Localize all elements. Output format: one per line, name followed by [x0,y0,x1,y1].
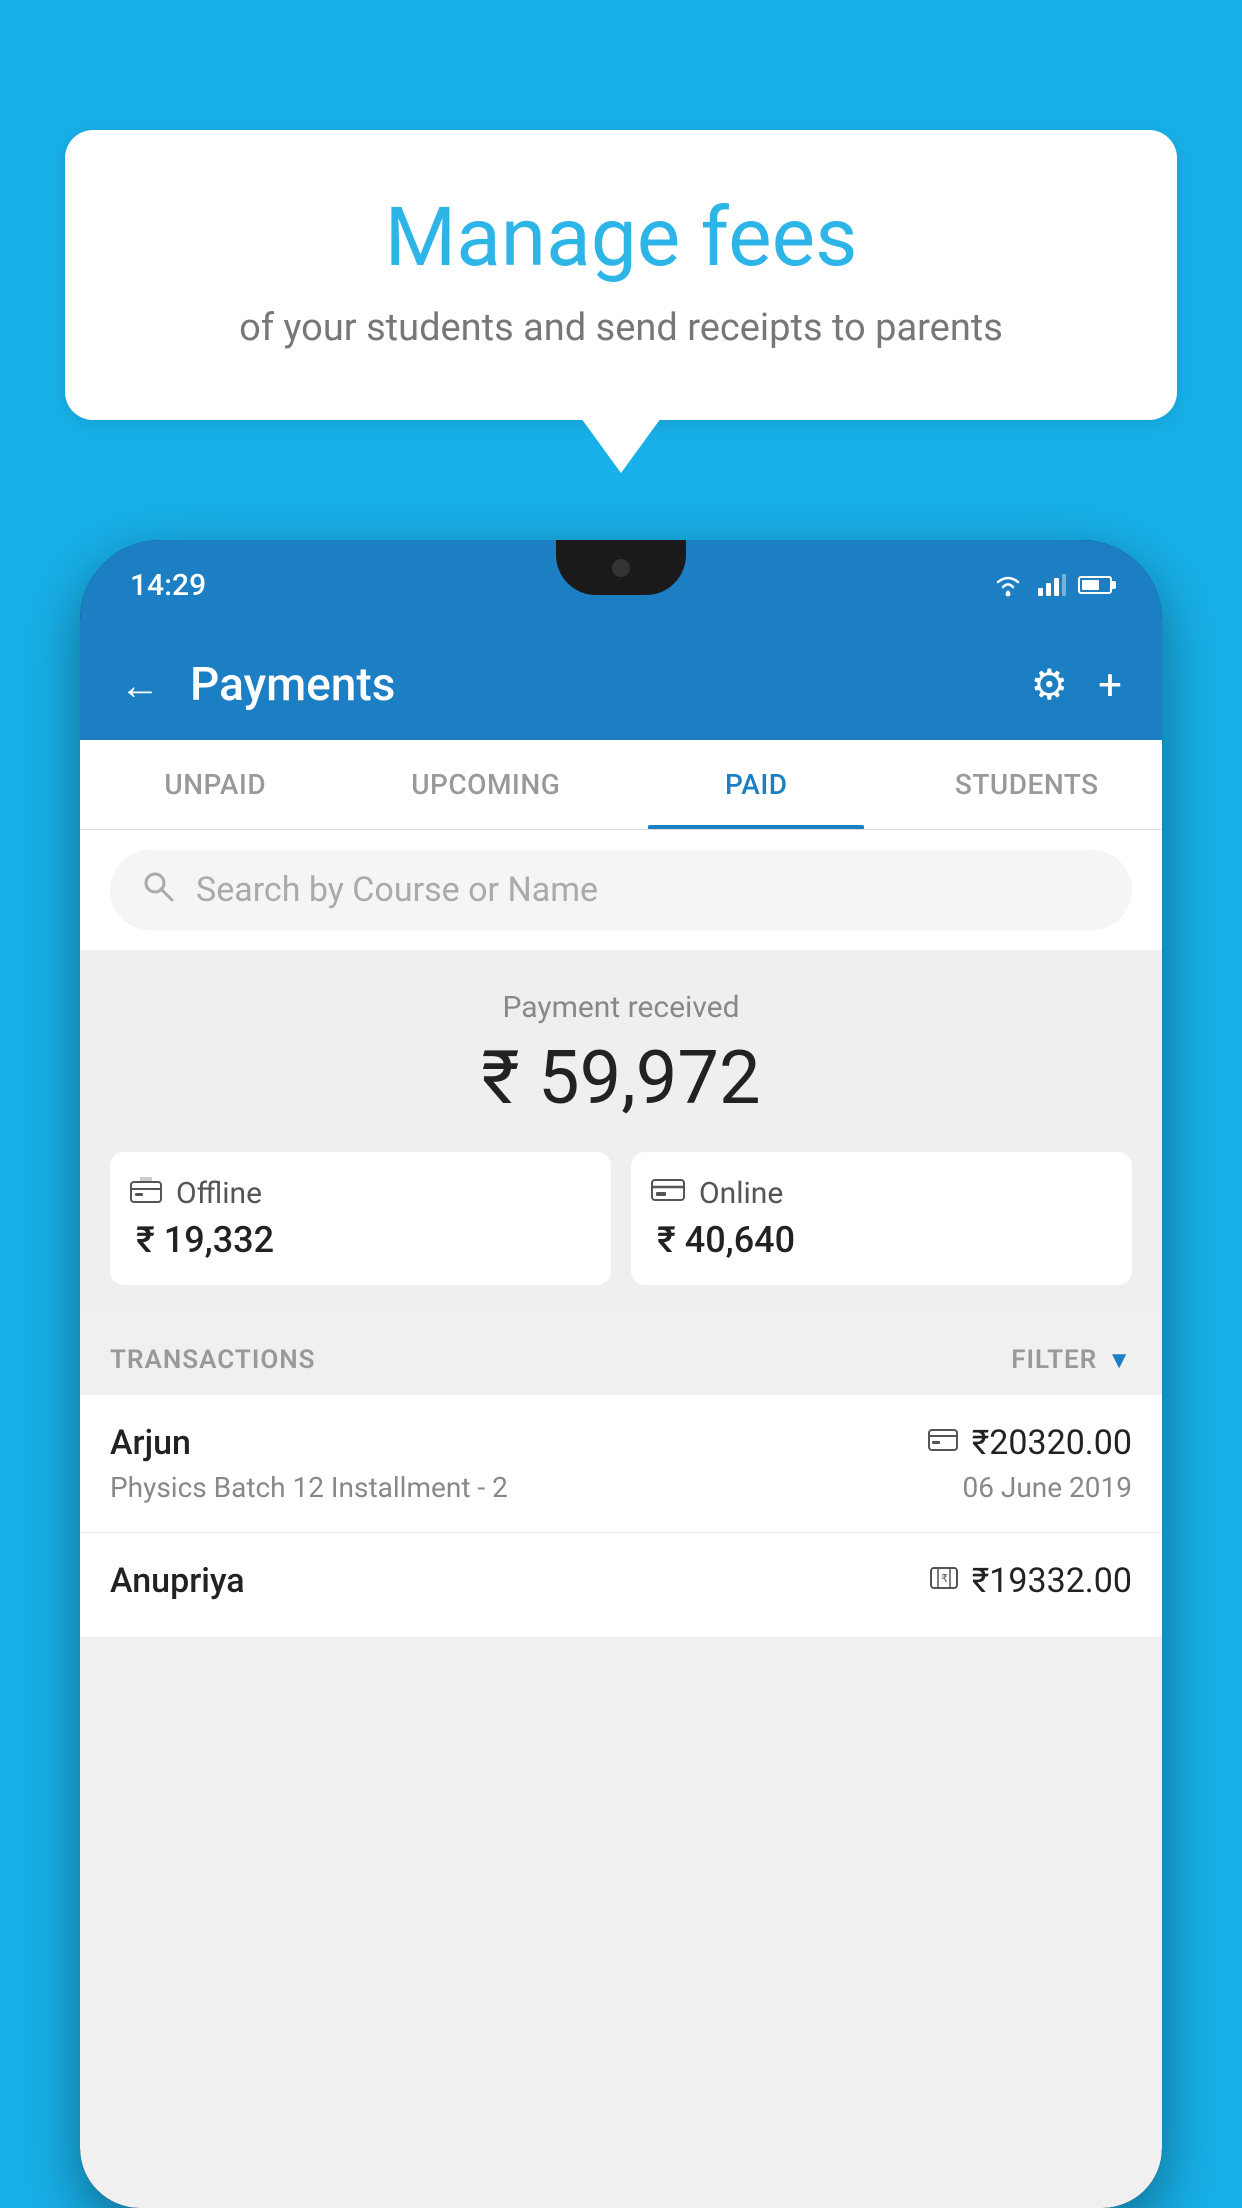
transaction-amount-2: ₹19332.00 [972,1561,1132,1601]
settings-icon[interactable]: ⚙ [1031,660,1069,710]
filter-button[interactable]: FILTER ▼ [1011,1345,1132,1375]
add-icon[interactable]: + [1098,661,1122,710]
offline-label: Offline [176,1176,262,1211]
offline-card: Offline ₹ 19,332 [110,1152,611,1285]
phone-frame: 14:29 [80,540,1162,2208]
search-icon [140,868,176,913]
payment-total-amount: ₹ 59,972 [110,1035,1132,1122]
battery-fill [1082,580,1099,590]
offline-amount: ₹ 19,332 [130,1219,591,1261]
online-card-header: Online [651,1176,1112,1211]
phone-screen: ← Payments ⚙ + UNPAID UPCOMING PAID [80,630,1162,2208]
online-icon [651,1177,685,1210]
transaction-row-anupriya[interactable]: Anupriya ₹ ₹19332.00 [80,1533,1162,1638]
tab-upcoming[interactable]: UPCOMING [351,740,622,829]
transaction-amount-1: ₹20320.00 [972,1423,1132,1463]
speech-bubble: Manage fees of your students and send re… [65,130,1177,420]
transaction-amount-container-1: ₹20320.00 [928,1423,1132,1463]
transaction-amount-container-2: ₹ ₹19332.00 [930,1561,1132,1601]
transaction-date-1: 06 June 2019 [962,1471,1132,1504]
payment-cards: Offline ₹ 19,332 [110,1152,1132,1285]
offline-card-header: Offline [130,1176,591,1211]
header-icons: ⚙ + [1031,660,1123,710]
status-bar: 14:29 [80,540,1162,630]
header-title: Payments [190,658,1001,712]
transactions-label: TRANSACTIONS [110,1345,316,1375]
main-content: Search by Course or Name Payment receive… [80,830,1162,2208]
payment-summary: Payment received ₹ 59,972 [80,950,1162,1315]
online-card: Online ₹ 40,640 [631,1152,1132,1285]
phone-inner: 14:29 [80,540,1162,2208]
speech-bubble-subtitle: of your students and send receipts to pa… [145,306,1097,350]
app-header: ← Payments ⚙ + [80,630,1162,740]
back-button[interactable]: ← [120,662,160,709]
search-bar[interactable]: Search by Course or Name [110,850,1132,930]
tab-students[interactable]: STUDENTS [892,740,1163,829]
transaction-row-arjun[interactable]: Arjun ₹20320.00 [80,1395,1162,1533]
search-input-placeholder: Search by Course or Name [196,870,598,910]
speech-bubble-arrow [581,418,661,473]
tab-bar: UNPAID UPCOMING PAID STUDENTS [80,740,1162,830]
transaction-name-2: Anupriya [110,1561,245,1601]
signal-icon [1038,574,1066,596]
transaction-payment-icon-2: ₹ [930,1566,958,1596]
tab-paid[interactable]: PAID [621,740,892,829]
transaction-bottom-1: Physics Batch 12 Installment - 2 06 June… [110,1471,1132,1504]
online-label: Online [699,1176,783,1211]
transaction-name-1: Arjun [110,1423,191,1463]
filter-icon: ▼ [1107,1346,1132,1375]
status-time: 14:29 [130,568,206,603]
transactions-header: TRANSACTIONS FILTER ▼ [80,1315,1162,1395]
phone-notch [556,540,686,595]
tab-unpaid[interactable]: UNPAID [80,740,351,829]
search-bar-container: Search by Course or Name [80,830,1162,950]
transaction-description-1: Physics Batch 12 Installment - 2 [110,1471,508,1504]
transaction-top-1: Arjun ₹20320.00 [110,1423,1132,1463]
transaction-payment-icon-1 [928,1428,958,1458]
speech-bubble-container: Manage fees of your students and send re… [65,130,1177,473]
payment-received-label: Payment received [110,990,1132,1025]
battery-icon [1078,576,1112,594]
offline-icon [130,1177,162,1210]
wifi-icon [990,572,1026,598]
camera-dot [612,559,630,577]
filter-label: FILTER [1011,1345,1097,1375]
speech-bubble-title: Manage fees [145,190,1097,286]
online-amount: ₹ 40,640 [651,1219,1112,1261]
status-icons [990,572,1112,598]
transaction-top-2: Anupriya ₹ ₹19332.00 [110,1561,1132,1601]
svg-text:₹: ₹ [941,1573,948,1585]
